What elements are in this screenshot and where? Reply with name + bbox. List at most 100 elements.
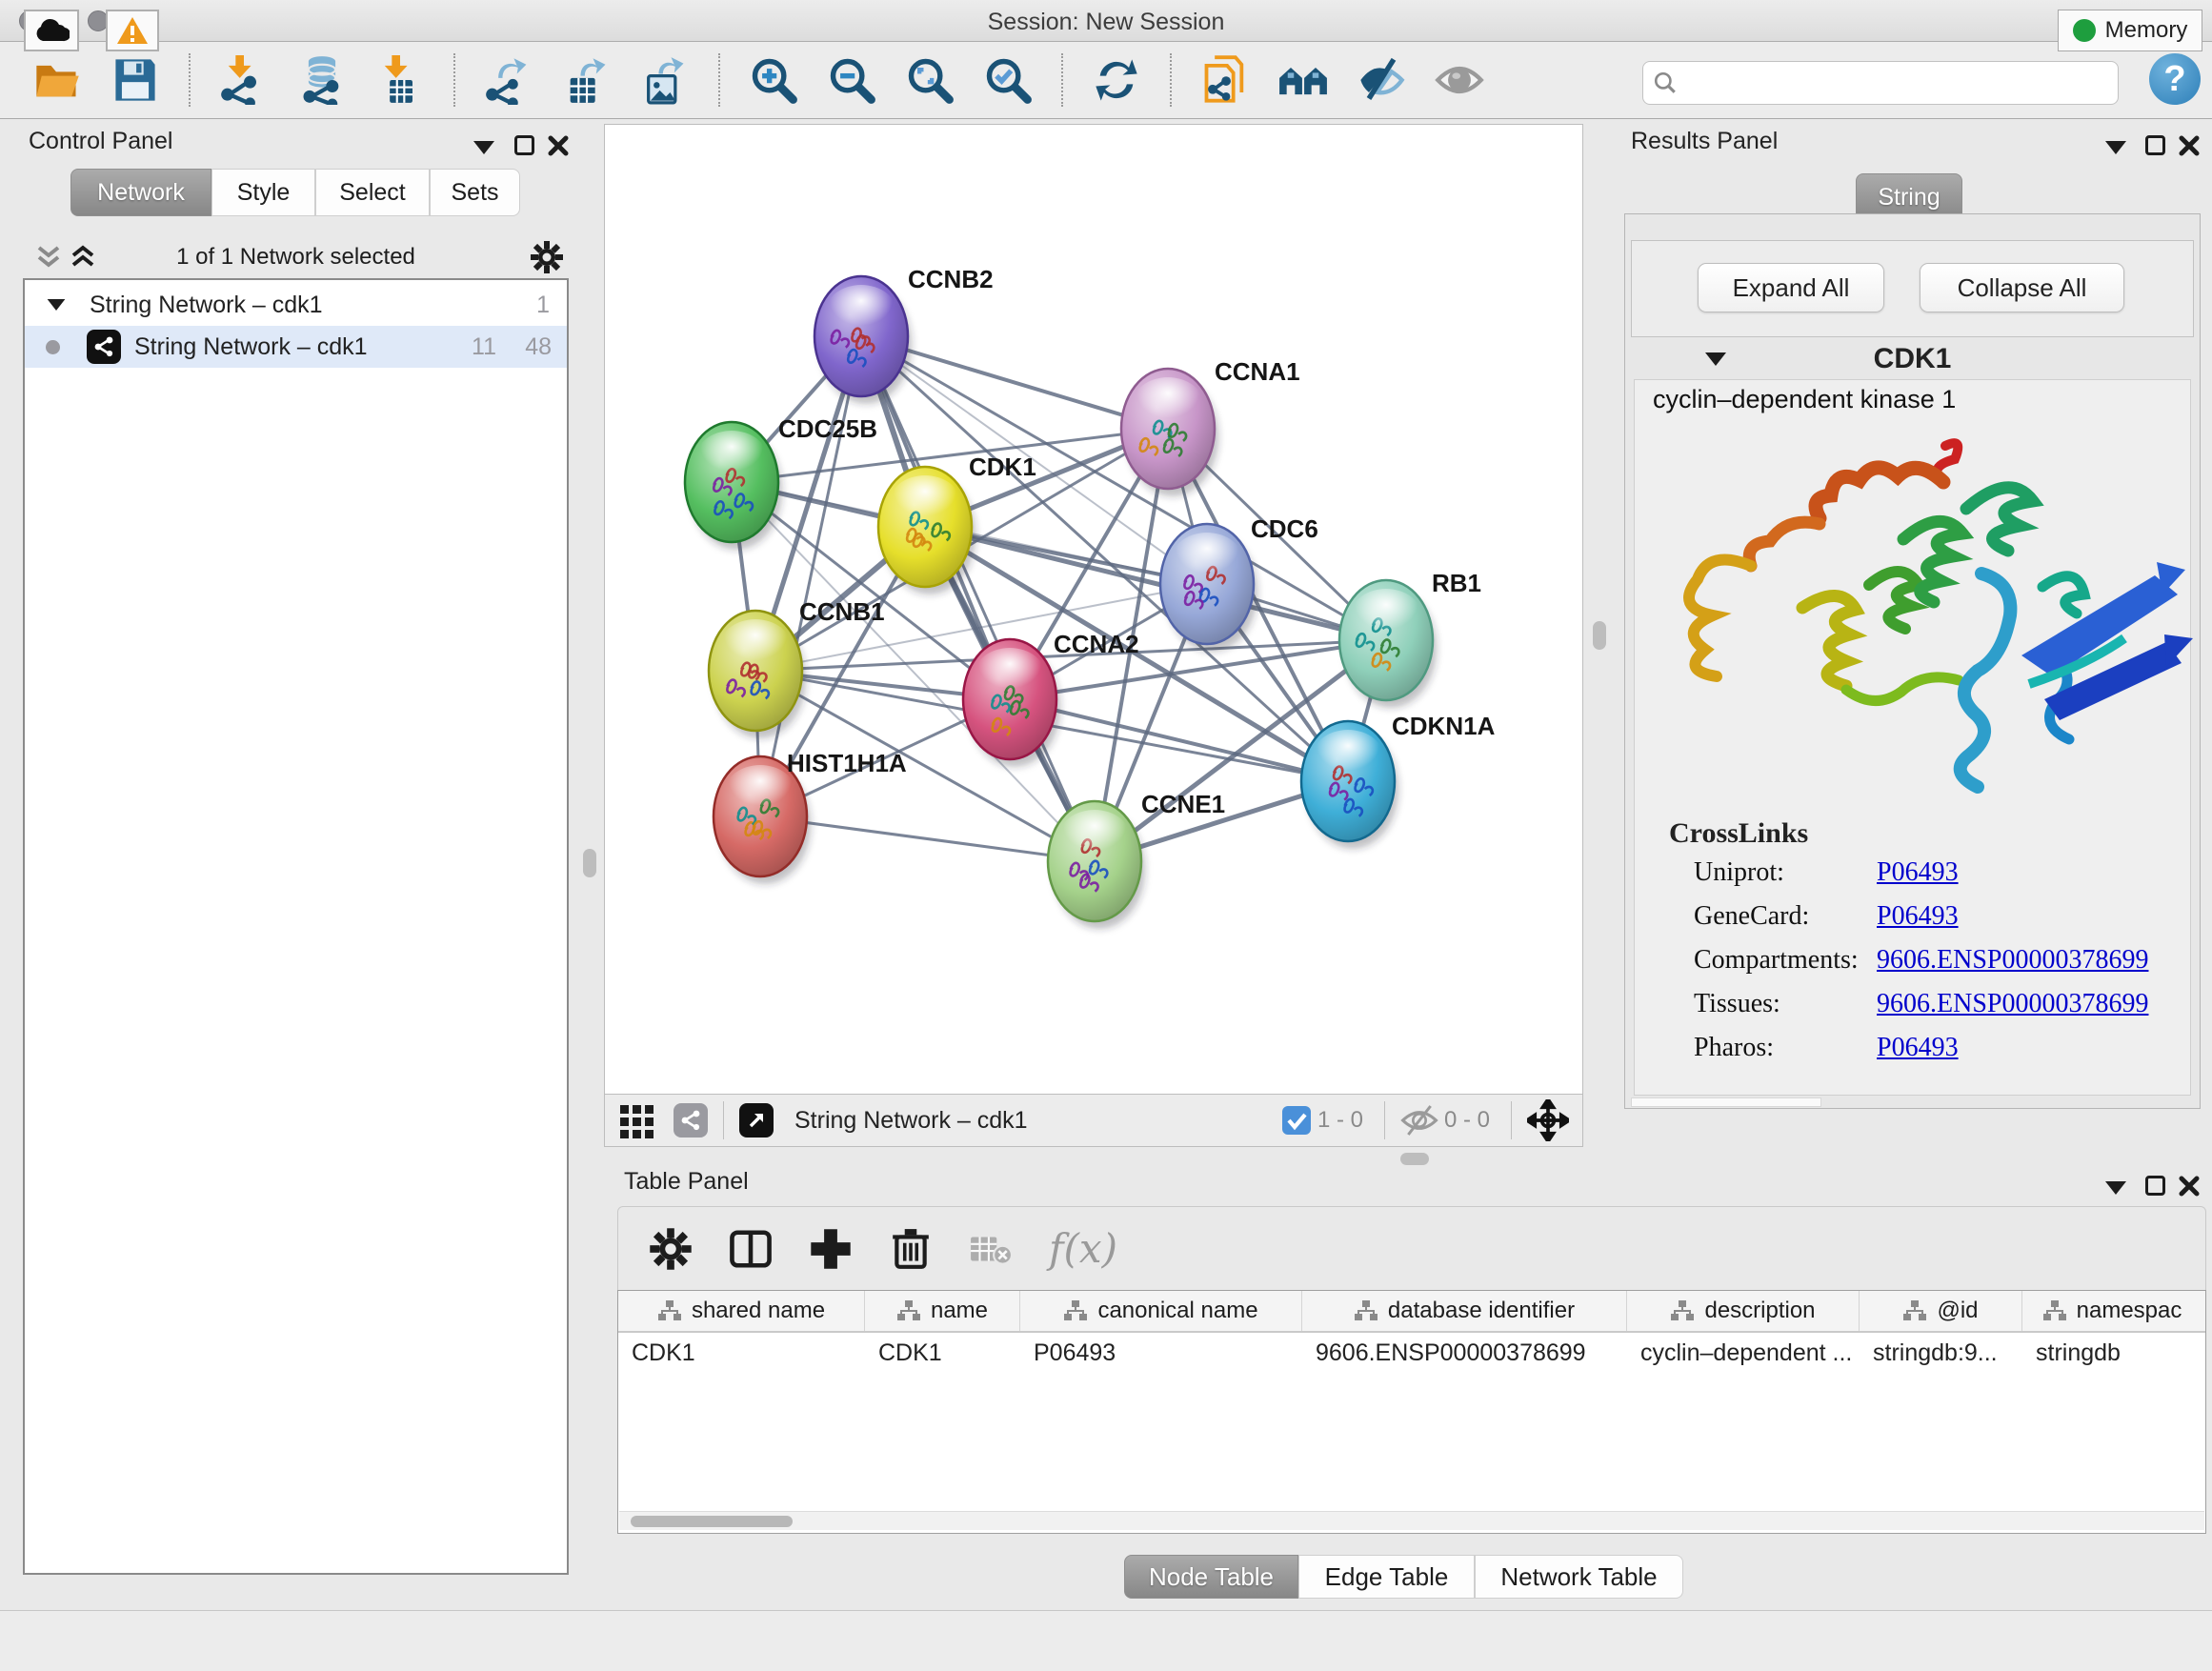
network-row[interactable]: String Network – cdk1 11 48 xyxy=(25,326,567,368)
import-network-file-icon[interactable] xyxy=(219,55,269,105)
zoom-in-icon[interactable] xyxy=(749,55,798,105)
node-CCNB2[interactable] xyxy=(814,276,912,404)
table-row[interactable]: CDK1CDK1P064939606.ENSP00000378699cyclin… xyxy=(618,1333,2205,1375)
expand-all-button[interactable]: Expand All xyxy=(1698,263,1884,312)
show-columns-icon[interactable] xyxy=(729,1227,773,1271)
results-scrollbar[interactable] xyxy=(1631,1097,1821,1107)
zoom-fit-icon[interactable] xyxy=(905,55,955,105)
table-cell[interactable]: cyclin–dependent ... xyxy=(1627,1333,1860,1375)
selected-checkbox-icon[interactable] xyxy=(1281,1105,1312,1136)
network-edge-count: 48 xyxy=(525,333,552,361)
horizontal-splitter-handle[interactable] xyxy=(1400,1153,1429,1165)
control-panel-collapse-icon[interactable] xyxy=(473,141,494,154)
gene-section-header[interactable]: CDK1 xyxy=(1631,339,2194,379)
table-cell[interactable]: stringdb:9... xyxy=(1860,1333,2022,1375)
crosslink-link[interactable]: P06493 xyxy=(1877,901,1959,931)
control-panel-float-icon[interactable] xyxy=(514,135,534,155)
save-session-icon[interactable] xyxy=(111,55,160,105)
gene-name: CDK1 xyxy=(1631,343,2194,375)
table-cell[interactable]: 9606.ENSP00000378699 xyxy=(1302,1333,1627,1375)
tab-select[interactable]: Select xyxy=(315,169,430,216)
table-panel-collapse-icon[interactable] xyxy=(2105,1181,2126,1195)
node-CCNE1[interactable] xyxy=(1048,801,1145,929)
memory-button[interactable]: Memory xyxy=(2058,10,2202,51)
node-CDK1[interactable] xyxy=(878,467,975,594)
node-CDKN1A[interactable] xyxy=(1301,721,1398,849)
network-canvas[interactable]: CCNB2CCNA1CDC25BCDK1CDC6RB1CCNB1CCNA2CDK… xyxy=(604,124,1583,1094)
table-cell[interactable]: stringdb xyxy=(2022,1333,2202,1375)
tab-sets[interactable]: Sets xyxy=(430,169,520,216)
table-tabs: Node Table Edge Table Network Table xyxy=(1124,1555,1683,1599)
network-options-gear-icon[interactable] xyxy=(530,240,564,274)
crosslink-row: GeneCard: P06493 xyxy=(1694,901,2189,939)
network-collection-row[interactable]: String Network – cdk1 1 xyxy=(25,284,567,326)
delete-table-icon[interactable] xyxy=(969,1227,1013,1271)
import-table-icon[interactable] xyxy=(375,55,425,105)
column-header-databaseidentifier[interactable]: database identifier xyxy=(1302,1291,1627,1331)
crosslink-link[interactable]: P06493 xyxy=(1877,1033,1959,1062)
zoom-selected-icon[interactable] xyxy=(983,55,1033,105)
node-CCNA2[interactable] xyxy=(963,639,1060,767)
left-splitter-handle[interactable] xyxy=(583,849,596,877)
cloud-status-button[interactable] xyxy=(24,10,79,51)
share-document-icon[interactable] xyxy=(1200,55,1250,105)
node-CCNA1[interactable] xyxy=(1121,369,1218,496)
crosslink-row: Tissues: 9606.ENSP00000378699 xyxy=(1694,989,2189,1027)
add-column-icon[interactable] xyxy=(809,1227,853,1271)
control-panel-tabs: Network Style Select Sets xyxy=(70,169,520,216)
tree-expander-icon[interactable] xyxy=(48,299,66,311)
table-cell[interactable]: P06493 xyxy=(1020,1333,1302,1375)
column-header-namespac[interactable]: namespac xyxy=(2022,1291,2202,1331)
search-input[interactable] xyxy=(1678,70,2087,96)
tab-style[interactable]: Style xyxy=(211,169,315,216)
network-thumbnail-icon[interactable] xyxy=(674,1103,708,1137)
grid-view-icon[interactable] xyxy=(618,1101,656,1139)
export-table-icon[interactable] xyxy=(562,55,612,105)
table-panel-close-icon[interactable] xyxy=(2178,1175,2201,1198)
toolbar-separator xyxy=(1170,53,1172,107)
birds-eye-view-icon[interactable] xyxy=(1527,1099,1569,1141)
column-header-id[interactable]: @id xyxy=(1860,1291,2022,1331)
home-icon[interactable] xyxy=(1278,55,1328,105)
table-hscrollbar-thumb[interactable] xyxy=(631,1516,793,1527)
column-header-sharedname[interactable]: shared name xyxy=(618,1291,865,1331)
tab-network-table[interactable]: Network Table xyxy=(1475,1555,1683,1599)
import-network-database-icon[interactable] xyxy=(297,55,347,105)
zoom-out-icon[interactable] xyxy=(827,55,876,105)
node-RB1[interactable] xyxy=(1339,580,1437,708)
crosslink-link[interactable]: 9606.ENSP00000378699 xyxy=(1877,989,2148,1018)
table-cell[interactable]: CDK1 xyxy=(865,1333,1020,1375)
table-cell[interactable]: CDK1 xyxy=(618,1333,865,1375)
hide-selected-icon[interactable] xyxy=(1357,55,1406,105)
help-icon[interactable]: ? xyxy=(2149,53,2201,105)
export-network-icon[interactable] xyxy=(484,55,533,105)
search-box[interactable] xyxy=(1642,61,2119,105)
show-all-icon[interactable] xyxy=(1435,55,1484,105)
tab-node-table[interactable]: Node Table xyxy=(1124,1555,1298,1599)
hidden-items-eye-icon[interactable] xyxy=(1400,1104,1438,1137)
refresh-icon[interactable] xyxy=(1092,55,1141,105)
export-image-icon[interactable] xyxy=(640,55,690,105)
warnings-button[interactable] xyxy=(106,10,159,51)
table-panel-float-icon[interactable] xyxy=(2145,1176,2165,1196)
collapse-all-button[interactable]: Collapse All xyxy=(1920,263,2124,312)
crosslink-link[interactable]: 9606.ENSP00000378699 xyxy=(1877,945,2148,975)
table-options-gear-icon[interactable] xyxy=(649,1227,693,1271)
open-session-icon[interactable] xyxy=(32,55,82,105)
results-panel-close-icon[interactable] xyxy=(2178,134,2201,157)
function-builder-icon[interactable]: f(x) xyxy=(1049,1225,1117,1272)
right-splitter-handle[interactable] xyxy=(1593,621,1606,650)
results-panel-float-icon[interactable] xyxy=(2145,135,2165,155)
node-CDC6[interactable] xyxy=(1160,524,1257,652)
column-header-description[interactable]: description xyxy=(1627,1291,1860,1331)
column-header-canonicalname[interactable]: canonical name xyxy=(1020,1291,1302,1331)
node-CCNB1[interactable] xyxy=(709,611,806,738)
detach-view-icon[interactable] xyxy=(739,1103,774,1137)
tab-edge-table[interactable]: Edge Table xyxy=(1298,1555,1475,1599)
control-panel-close-icon[interactable] xyxy=(547,134,570,157)
crosslink-link[interactable]: P06493 xyxy=(1877,857,1959,887)
results-panel-collapse-icon[interactable] xyxy=(2105,141,2126,154)
delete-column-icon[interactable] xyxy=(889,1227,933,1271)
column-header-name[interactable]: name xyxy=(865,1291,1020,1331)
tab-network[interactable]: Network xyxy=(70,169,211,216)
